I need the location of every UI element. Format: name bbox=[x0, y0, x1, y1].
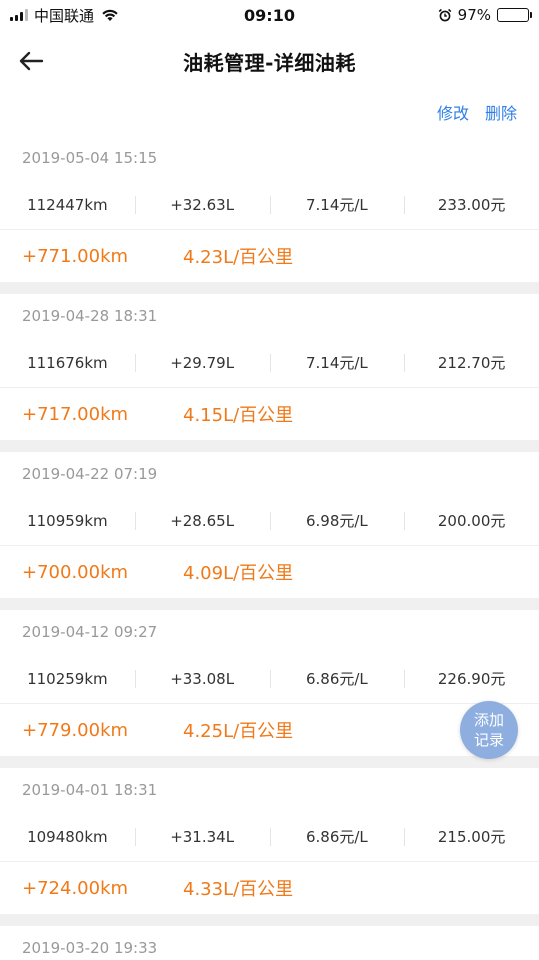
status-bar: 中国联通 09:10 97% bbox=[0, 0, 539, 30]
odometer-value: 110959km bbox=[27, 511, 108, 530]
edit-button[interactable]: 修改 bbox=[437, 100, 469, 124]
status-bar-right: 97% bbox=[438, 6, 532, 24]
consumption-value: 4.25L/百公里 bbox=[183, 721, 294, 742]
back-arrow-icon bbox=[19, 51, 44, 71]
cost-value: 200.00元 bbox=[404, 510, 539, 531]
distance-value: +717.00km bbox=[22, 403, 129, 425]
record-date: 2019-04-22 07:19 bbox=[22, 465, 158, 483]
fuel-added-value: +28.65L bbox=[135, 512, 270, 530]
cost-value: 233.00元 bbox=[404, 194, 539, 215]
record-date: 2019-05-04 15:15 bbox=[22, 149, 158, 167]
record-divider bbox=[0, 440, 539, 452]
consumption-value: 4.15L/百公里 bbox=[183, 405, 294, 426]
fuel-added-value: +33.08L bbox=[135, 670, 270, 688]
record-summary: +779.00km 4.25L/百公里 bbox=[0, 704, 539, 756]
price-per-liter-value: 6.86元/L bbox=[270, 826, 405, 847]
add-record-button[interactable]: 添加 记录 bbox=[460, 701, 518, 759]
record-summary: +717.00km 4.15L/百公里 bbox=[0, 388, 539, 440]
alarm-icon bbox=[438, 8, 452, 22]
record-summary: +771.00km 4.23L/百公里 bbox=[0, 230, 539, 282]
battery-percent: 97% bbox=[457, 6, 491, 24]
odometer-value: 110259km bbox=[27, 669, 108, 688]
record-item[interactable]: 2019-04-01 18:31 109480km +31.34L 6.86元/… bbox=[0, 768, 539, 914]
consumption-value: 4.09L/百公里 bbox=[183, 563, 294, 584]
record-item[interactable]: 2019-04-12 09:27 110259km +33.08L 6.86元/… bbox=[0, 610, 539, 756]
fuel-added-value: +32.63L bbox=[135, 196, 270, 214]
record-divider bbox=[0, 914, 539, 926]
odometer-value: 111676km bbox=[27, 353, 108, 372]
battery-icon bbox=[497, 8, 532, 22]
record-stats: 110959km +28.65L 6.98元/L 200.00元 bbox=[0, 496, 539, 546]
odometer-value: 109480km bbox=[27, 827, 108, 846]
consumption-value: 4.23L/百公里 bbox=[183, 247, 294, 268]
record-summary: +700.00km 4.09L/百公里 bbox=[0, 546, 539, 598]
page-title: 油耗管理-详细油耗 bbox=[183, 50, 356, 75]
record-item[interactable]: 2019-04-22 07:19 110959km +28.65L 6.98元/… bbox=[0, 452, 539, 598]
cost-value: 226.90元 bbox=[404, 668, 539, 689]
record-actions: 修改 删除 bbox=[437, 100, 517, 124]
record-summary: +724.00km 4.33L/百公里 bbox=[0, 862, 539, 914]
record-date-partial: 2019-03-20 19:33 bbox=[0, 926, 539, 960]
page: 中国联通 09:10 97% 油耗管理-详细油耗 修改 删除 2019-05-0… bbox=[0, 0, 539, 960]
record-divider bbox=[0, 756, 539, 768]
record-date: 2019-04-28 18:31 bbox=[22, 307, 158, 325]
delete-button[interactable]: 删除 bbox=[485, 100, 517, 124]
record-stats: 111676km +29.79L 7.14元/L 212.70元 bbox=[0, 338, 539, 388]
cost-value: 212.70元 bbox=[404, 352, 539, 373]
nav-bar: 油耗管理-详细油耗 bbox=[0, 30, 539, 92]
price-per-liter-value: 6.86元/L bbox=[270, 668, 405, 689]
cost-value: 215.00元 bbox=[404, 826, 539, 847]
distance-value: +724.00km bbox=[22, 877, 129, 899]
distance-value: +779.00km bbox=[22, 719, 129, 741]
record-stats: 109480km +31.34L 6.86元/L 215.00元 bbox=[0, 812, 539, 862]
price-per-liter-value: 7.14元/L bbox=[270, 194, 405, 215]
price-per-liter-value: 7.14元/L bbox=[270, 352, 405, 373]
record-item[interactable]: 2019-05-04 15:15 112447km +32.63L 7.14元/… bbox=[0, 136, 539, 282]
record-list: 2019-05-04 15:15 112447km +32.63L 7.14元/… bbox=[0, 136, 539, 960]
status-time: 09:10 bbox=[244, 5, 295, 25]
back-button[interactable] bbox=[14, 44, 48, 78]
wifi-icon bbox=[102, 9, 118, 21]
distance-value: +700.00km bbox=[22, 561, 129, 583]
record-item[interactable]: 2019-04-28 18:31 111676km +29.79L 7.14元/… bbox=[0, 294, 539, 440]
record-divider bbox=[0, 282, 539, 294]
consumption-value: 4.33L/百公里 bbox=[183, 879, 294, 900]
odometer-value: 112447km bbox=[27, 195, 108, 214]
fuel-added-value: +31.34L bbox=[135, 828, 270, 846]
fuel-added-value: +29.79L bbox=[135, 354, 270, 372]
carrier-label: 中国联通 bbox=[34, 6, 95, 25]
record-date: 2019-04-12 09:27 bbox=[22, 623, 158, 641]
add-record-label-line1: 添加 bbox=[473, 711, 504, 729]
price-per-liter-value: 6.98元/L bbox=[270, 510, 405, 531]
signal-icon bbox=[10, 9, 28, 21]
status-bar-left: 中国联通 bbox=[10, 5, 120, 26]
record-stats: 112447km +32.63L 7.14元/L 233.00元 bbox=[0, 180, 539, 230]
record-stats: 110259km +33.08L 6.86元/L 226.90元 bbox=[0, 654, 539, 704]
add-record-label-line2: 记录 bbox=[473, 731, 504, 749]
record-divider bbox=[0, 598, 539, 610]
record-date: 2019-04-01 18:31 bbox=[22, 781, 158, 799]
distance-value: +771.00km bbox=[22, 245, 129, 267]
